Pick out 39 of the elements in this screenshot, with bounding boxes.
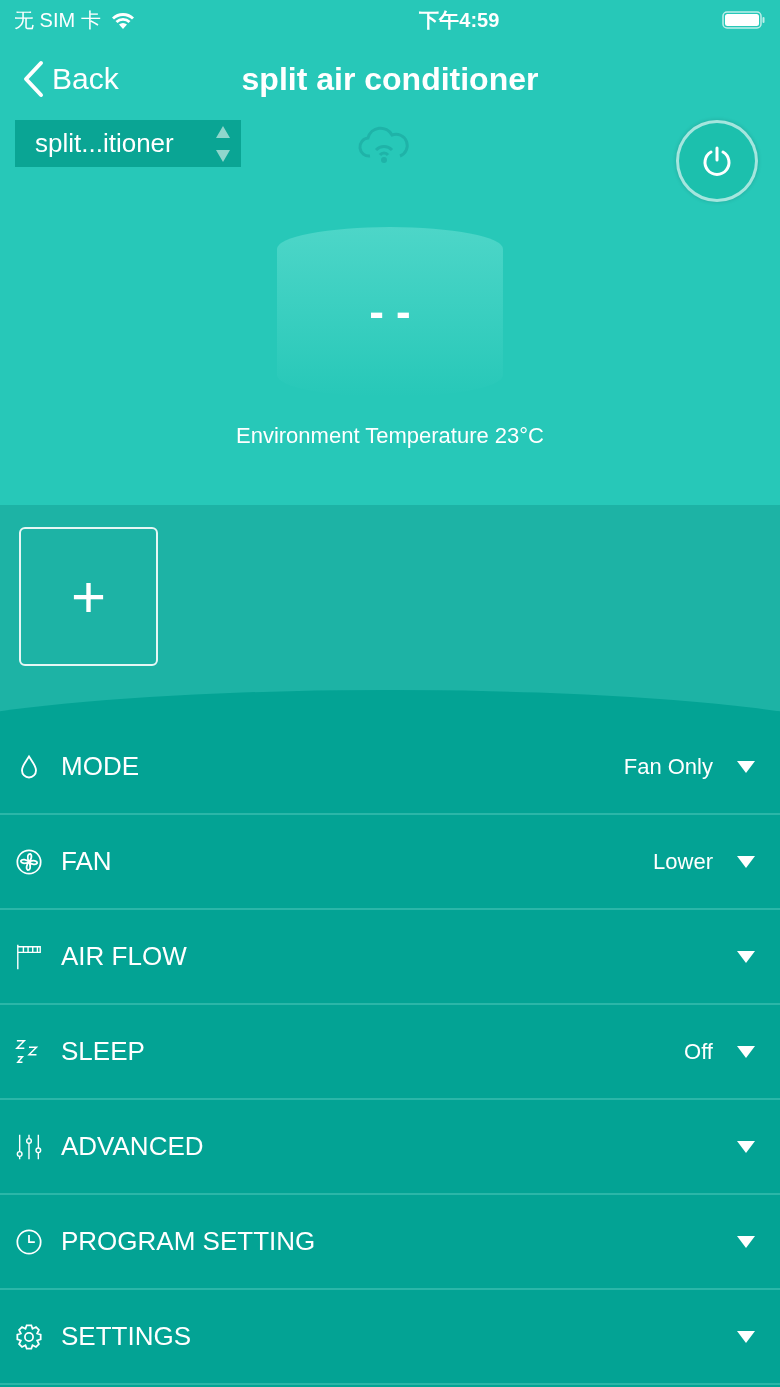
clock-time: 下午4:59 xyxy=(419,7,500,33)
row-value: Off xyxy=(684,1038,713,1065)
clock-icon xyxy=(15,1227,43,1256)
dropdown-caret-icon xyxy=(737,760,755,773)
settings-row[interactable]: ADVANCED xyxy=(0,1100,780,1195)
sliders-icon xyxy=(15,1132,43,1161)
fan-icon xyxy=(15,847,43,876)
dropdown-caret-icon xyxy=(737,1330,755,1343)
power-button[interactable] xyxy=(676,120,758,202)
row-label: FAN xyxy=(61,846,113,877)
chevron-left-icon xyxy=(22,60,44,98)
settings-row[interactable]: SETTINGS xyxy=(0,1290,780,1385)
row-label: SETTINGS xyxy=(61,1321,192,1352)
row-label: AIR FLOW xyxy=(61,941,188,972)
battery-icon xyxy=(722,10,766,30)
settings-row[interactable]: AIR FLOW xyxy=(0,910,780,1005)
row-label: PROGRAM SETTING xyxy=(61,1226,317,1257)
add-button[interactable]: + xyxy=(19,527,158,666)
windsock-icon xyxy=(15,942,43,971)
row-value: Fan Only xyxy=(623,753,713,780)
settings-row[interactable]: FAN Lower xyxy=(0,815,780,910)
row-label: MODE xyxy=(61,751,140,782)
row-label: ADVANCED xyxy=(61,1131,205,1162)
settings-row[interactable]: SLEEP Off xyxy=(0,1005,780,1100)
dropdown-caret-icon xyxy=(737,1045,755,1058)
dropdown-caret-icon xyxy=(737,1235,755,1248)
row-label: SLEEP xyxy=(61,1036,146,1067)
device-selector[interactable]: split...itioner xyxy=(15,120,241,167)
row-value: Lower xyxy=(653,848,713,875)
settings-icon xyxy=(15,1322,43,1351)
settings-row[interactable]: PROGRAM SETTING xyxy=(0,1195,780,1290)
page-title: split air conditioner xyxy=(241,60,539,97)
settings-row[interactable]: MODE Fan Only xyxy=(0,720,780,815)
environment-temperature: Environment Temperature 23°C xyxy=(235,423,545,449)
dropdown-caret-icon xyxy=(737,855,755,868)
carrier-text: 无 SIM 卡 xyxy=(14,7,101,33)
back-button[interactable]: Back xyxy=(22,60,119,98)
dropdown-caret-icon xyxy=(737,1140,755,1153)
dropdown-caret-icon xyxy=(737,950,755,963)
